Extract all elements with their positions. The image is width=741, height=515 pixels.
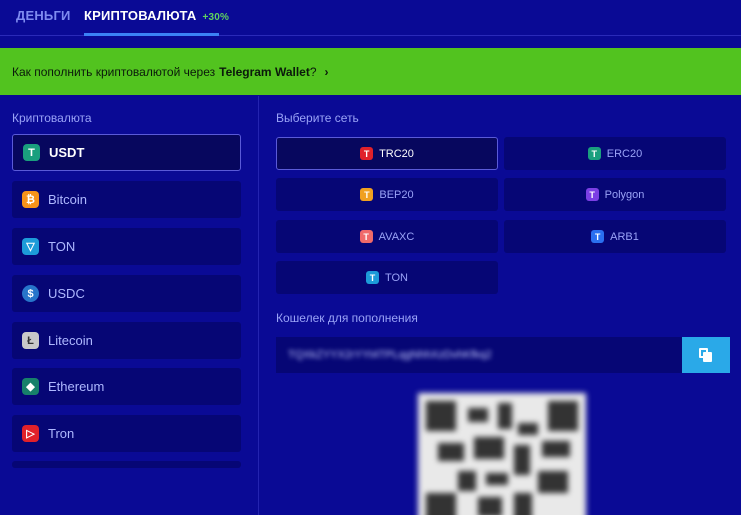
tab-bar: ДЕНЬГИ КРИПТОВАЛЮТА +30% bbox=[0, 0, 741, 36]
banner-text: Как пополнить криптовалютой через bbox=[12, 64, 216, 79]
tab-money[interactable]: ДЕНЬГИ bbox=[16, 8, 71, 23]
network-arb1-button[interactable]: T ARB1 bbox=[504, 220, 726, 253]
bitcoin-icon: ₿ bbox=[22, 191, 39, 208]
network-erc20-button[interactable]: T ERC20 bbox=[504, 137, 726, 170]
arb1-icon: T bbox=[591, 230, 605, 243]
qr-code bbox=[418, 393, 586, 515]
erc20-icon: T bbox=[587, 147, 601, 160]
crypto-item-litecoin[interactable]: Ł Litecoin bbox=[12, 322, 241, 359]
copy-address-button[interactable] bbox=[682, 337, 730, 373]
network-bep20-button[interactable]: T BEP20 bbox=[276, 178, 498, 211]
copy-icon bbox=[699, 348, 713, 362]
ethereum-icon: ◆ bbox=[22, 378, 39, 395]
crypto-item-label: TON bbox=[48, 239, 76, 254]
network-polygon-button[interactable]: T Polygon bbox=[504, 178, 726, 211]
wallet-address: TQXkZYYX2rYYt4TPLqgNhhXzDvhKfkq2 bbox=[288, 349, 492, 361]
chevron-right-icon: › bbox=[324, 64, 329, 79]
crypto-item-label: Bitcoin bbox=[48, 192, 88, 207]
active-tab-indicator bbox=[84, 33, 219, 36]
litecoin-icon: Ł bbox=[22, 332, 39, 349]
bonus-badge: +30% bbox=[202, 12, 230, 23]
crypto-item-label: Litecoin bbox=[48, 333, 93, 348]
banner-bold-text: Telegram Wallet bbox=[219, 64, 310, 79]
crypto-item-label: USDT bbox=[49, 145, 85, 160]
crypto-section-label: Криптовалюта bbox=[12, 111, 92, 125]
polygon-icon: T bbox=[585, 188, 599, 201]
network-label: ARB1 bbox=[610, 230, 639, 243]
avaxc-icon: T bbox=[359, 230, 373, 243]
wallet-address-field[interactable]: TQXkZYYX2rYYt4TPLqgNhhXzDvhKfkq2 bbox=[276, 337, 682, 373]
crypto-item-bitcoin[interactable]: ₿ Bitcoin bbox=[12, 181, 241, 218]
crypto-item-label: USDC bbox=[48, 286, 85, 301]
bep20-icon: T bbox=[360, 188, 374, 201]
crypto-item-ethereum[interactable]: ◆ Ethereum bbox=[12, 368, 241, 405]
tab-crypto-label: КРИПТОВАЛЮТА bbox=[84, 8, 197, 23]
ton-network-icon: T bbox=[365, 271, 379, 284]
telegram-wallet-banner[interactable]: Как пополнить криптовалютой через Telegr… bbox=[0, 48, 741, 95]
wallet-label: Кошелек для пополнения bbox=[276, 311, 418, 325]
tether-icon: T bbox=[23, 144, 40, 161]
crypto-item-tron[interactable]: ▷ Tron bbox=[12, 415, 241, 452]
crypto-item-usdc[interactable]: $ USDC bbox=[12, 275, 241, 312]
trc20-icon: T bbox=[360, 147, 374, 160]
crypto-item-label: Ethereum bbox=[48, 379, 105, 394]
network-label: TRC20 bbox=[379, 147, 414, 160]
network-section-label: Выберите сеть bbox=[276, 111, 359, 125]
network-ton-button[interactable]: T TON bbox=[276, 261, 498, 294]
ton-icon: ▽ bbox=[22, 238, 39, 255]
crypto-item-ton[interactable]: ▽ TON bbox=[12, 228, 241, 265]
crypto-item-usdt[interactable]: T USDT bbox=[12, 134, 241, 171]
banner-suffix: ? bbox=[309, 64, 317, 79]
tab-money-label: ДЕНЬГИ bbox=[16, 8, 71, 23]
network-avaxc-button[interactable]: T AVAXC bbox=[276, 220, 498, 253]
network-label: ERC20 bbox=[606, 147, 643, 160]
network-label: TON bbox=[384, 271, 409, 284]
usdc-icon: $ bbox=[22, 285, 39, 302]
tab-crypto[interactable]: КРИПТОВАЛЮТА +30% bbox=[84, 8, 229, 36]
network-trc20-button[interactable]: T TRC20 bbox=[276, 137, 498, 170]
crypto-item-partial bbox=[12, 461, 241, 468]
network-label: Polygon bbox=[604, 188, 645, 201]
network-label: BEP20 bbox=[379, 188, 414, 201]
tron-icon: ▷ bbox=[22, 425, 39, 442]
column-divider bbox=[258, 96, 259, 515]
network-label: AVAXC bbox=[378, 230, 415, 243]
crypto-item-label: Tron bbox=[48, 426, 75, 441]
